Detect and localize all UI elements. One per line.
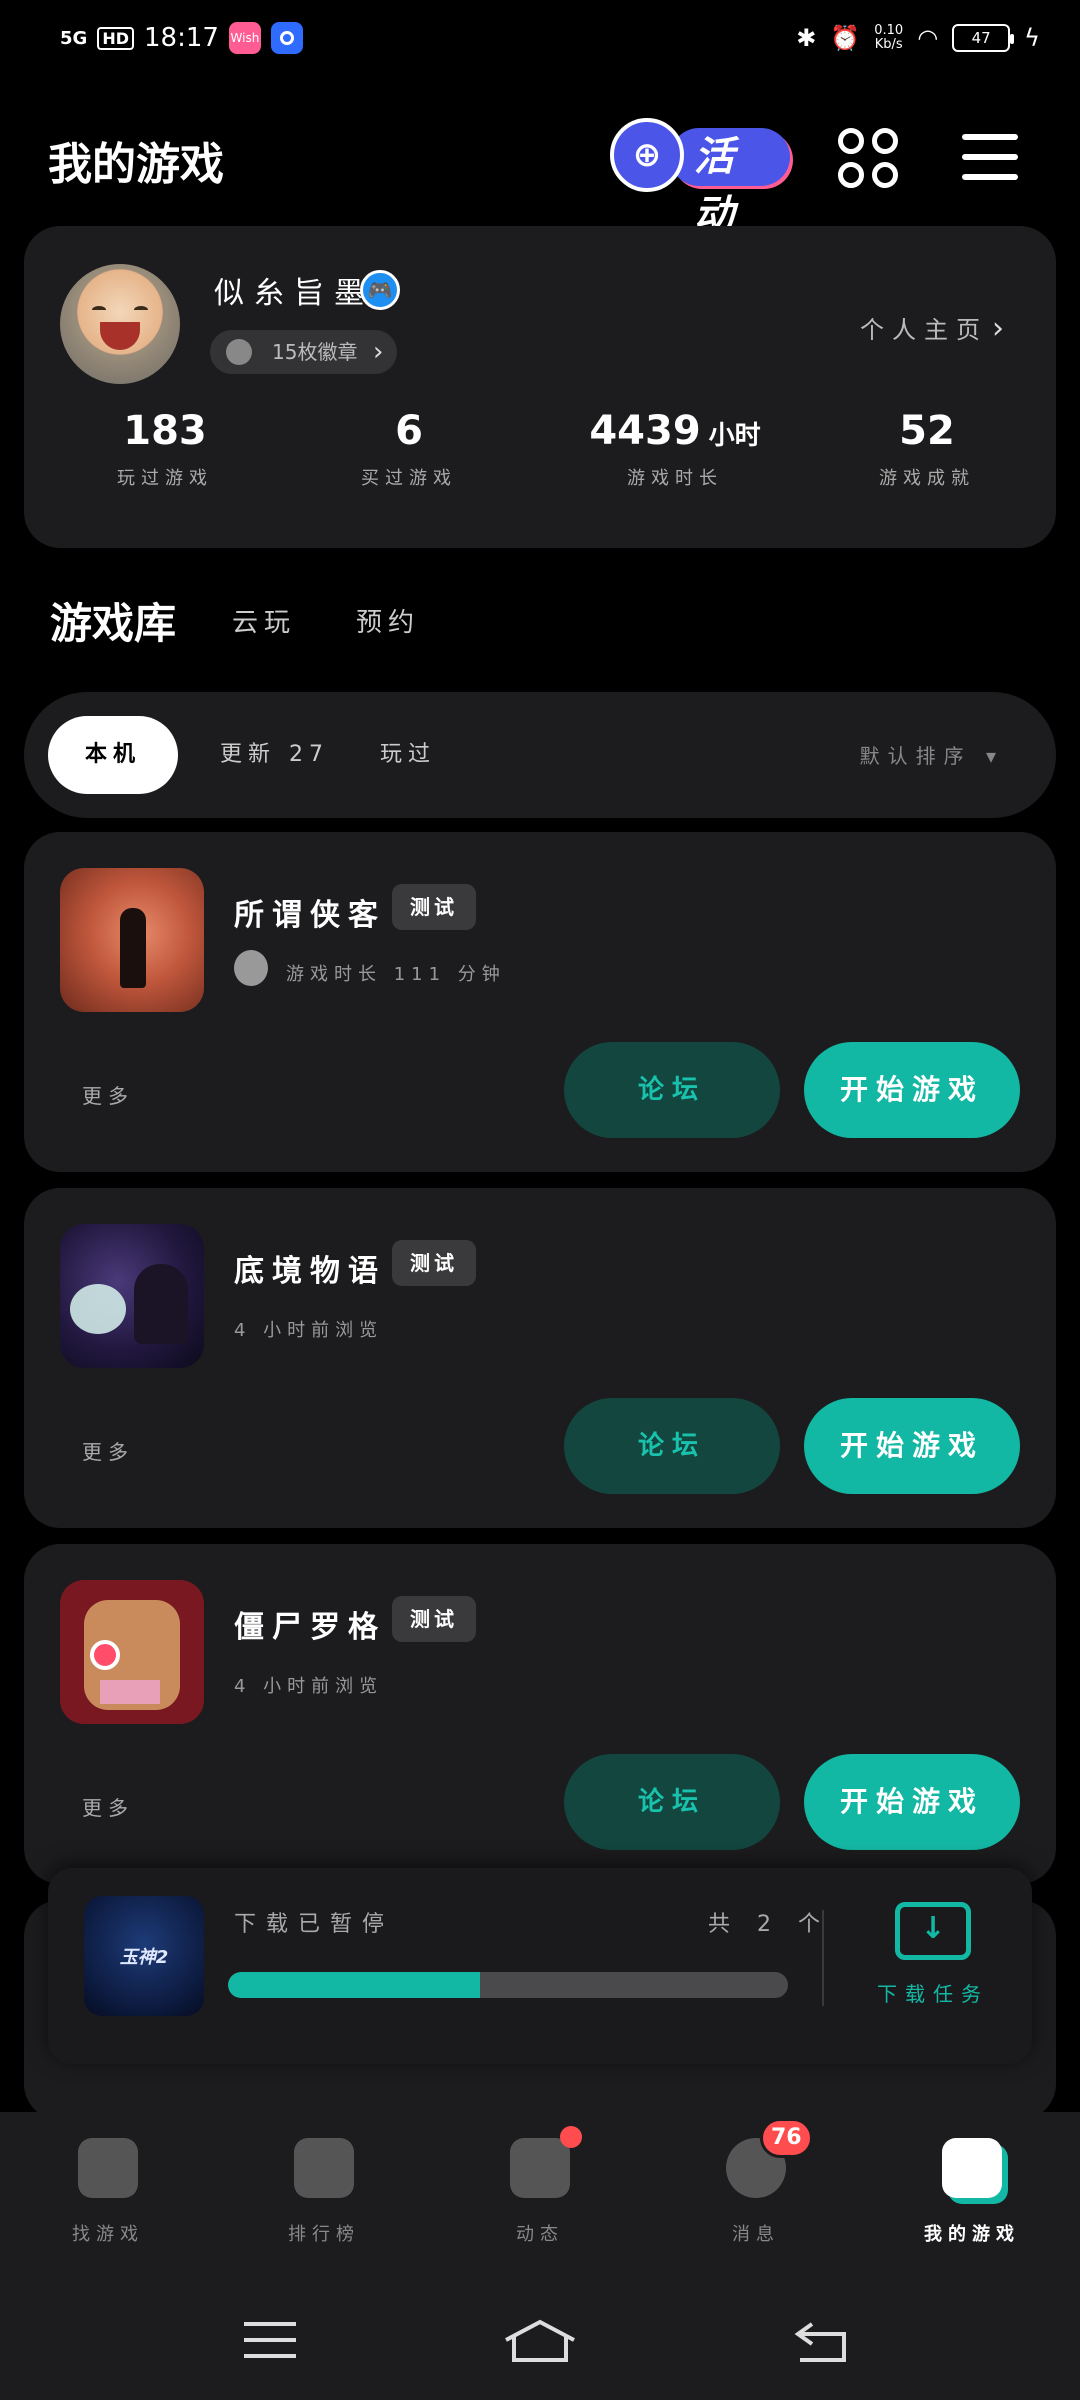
my-games-icon <box>942 2138 1002 2198</box>
test-tag: 测试 <box>392 884 476 930</box>
nav-ranking[interactable]: 排行榜 <box>244 2138 404 2246</box>
status-bar: 5G HD 18:17 Wish ✱ ⏰ 0.10 Kb/s ◠ 47 ϟ <box>0 0 1080 80</box>
charging-icon: ϟ <box>1024 24 1040 52</box>
game-title: 所谓侠客 <box>234 898 386 933</box>
ranking-icon <box>294 2138 354 2198</box>
download-count: 共 2 个 <box>708 1912 830 1937</box>
chip-local[interactable]: 本机 <box>48 716 178 794</box>
back-icon[interactable] <box>792 2316 852 2366</box>
notification-app-icon <box>270 22 303 54</box>
download-tasks-label: 下载任务 <box>877 1982 989 2006</box>
game-last-viewed: 4 小时前浏览 <box>234 1320 384 1341</box>
activity-label: 活动 <box>670 128 790 238</box>
game-icon[interactable] <box>60 1224 204 1368</box>
tab-reservations[interactable]: 预约 <box>356 602 420 639</box>
clock: 18:17 <box>143 23 219 53</box>
wish-app-icon: Wish <box>228 22 261 54</box>
chevron-right-icon: › <box>373 337 384 367</box>
start-game-button[interactable]: 开始游戏 <box>804 1398 1020 1494</box>
nav-find-game[interactable]: 找游戏 <box>28 2138 188 2246</box>
hd-indicator: HD <box>97 26 134 50</box>
stat-played[interactable]: 183 玩过游戏 <box>50 408 280 490</box>
start-game-button[interactable]: 开始游戏 <box>804 1042 1020 1138</box>
nav-feed[interactable]: 动态 <box>460 2126 620 2246</box>
more-button[interactable]: 更多 <box>82 1436 134 1465</box>
homepage-link[interactable]: 个人主页 › <box>860 310 1012 346</box>
more-button[interactable]: 更多 <box>82 1080 134 1109</box>
profile-card: 似糸旨墨 🎮 15枚徽章 › 个人主页 › 183 玩过游戏 6 买过游戏 443… <box>24 226 1056 548</box>
wifi-icon: ◠ <box>917 24 939 52</box>
stat-bought[interactable]: 6 买过游戏 <box>294 408 524 490</box>
menu-icon[interactable] <box>962 132 1018 182</box>
chevron-right-icon: › <box>992 311 1012 346</box>
gamepad-badge-icon: 🎮 <box>360 270 400 310</box>
activity-button[interactable]: 活动 ⊕ <box>600 110 790 238</box>
find-game-icon <box>78 2138 138 2198</box>
alarm-icon: ⏰ <box>830 24 861 52</box>
game-icon[interactable] <box>60 868 204 1012</box>
game-card[interactable]: 所谓侠客 测试 游戏时长 111 分钟 更多 论坛 开始游戏 <box>24 832 1056 1172</box>
chip-played[interactable]: 玩过 <box>380 716 436 794</box>
message-icon: 76 <box>726 2118 813 2198</box>
filter-bar: 本机 更新 27 玩过 默认排序 ▾ <box>24 692 1056 818</box>
forum-button[interactable]: 论坛 <box>564 1042 780 1138</box>
game-card[interactable]: 底境物语 测试 4 小时前浏览 更多 论坛 开始游戏 <box>24 1188 1056 1528</box>
more-button[interactable]: 更多 <box>82 1792 134 1821</box>
tab-cloud-play[interactable]: 云玩 <box>232 602 296 639</box>
timer-icon <box>234 950 268 986</box>
page-title: 我的游戏 <box>48 139 224 190</box>
stat-achievements[interactable]: 52 游戏成就 <box>812 408 1042 490</box>
tab-library[interactable]: 游戏库 <box>45 590 181 657</box>
test-tag: 测试 <box>392 1240 476 1286</box>
download-progress-fill <box>228 1972 480 1998</box>
app-header: 我的游戏 活动 ⊕ <box>0 110 1080 238</box>
home-icon[interactable] <box>500 2316 580 2366</box>
stat-playtime[interactable]: 4439 小时 游戏时长 <box>560 408 790 490</box>
activity-icon: ⊕ <box>610 118 684 192</box>
medal-icon <box>226 339 252 365</box>
forum-button[interactable]: 论坛 <box>564 1754 780 1850</box>
badges-button[interactable]: 15枚徽章 › <box>210 330 398 374</box>
username: 似糸旨墨 <box>214 276 374 311</box>
download-icon <box>895 1902 971 1960</box>
feed-icon <box>510 2126 582 2198</box>
system-nav-bar <box>0 2280 1080 2400</box>
test-tag: 测试 <box>392 1596 476 1642</box>
notification-dot <box>560 2126 582 2148</box>
library-tabs: 游戏库 云玩 预约 <box>0 580 1080 660</box>
nav-my-games[interactable]: 我的游戏 <box>892 2138 1052 2246</box>
network-speed: 0.10 Kb/s <box>874 23 904 52</box>
game-playtime: 游戏时长 111 分钟 <box>286 964 506 985</box>
avatar[interactable] <box>60 264 180 384</box>
download-status: 下载已暂停 <box>234 1912 395 1937</box>
apps-grid-icon[interactable] <box>838 128 902 192</box>
start-game-button[interactable]: 开始游戏 <box>804 1754 1020 1850</box>
chip-updates[interactable]: 更新 27 <box>220 716 329 794</box>
download-tasks-button[interactable]: 下载任务 <box>848 1902 1018 2007</box>
game-title: 底境物语 <box>234 1254 386 1289</box>
network-indicator: 5G <box>60 27 88 49</box>
recent-apps-icon[interactable] <box>240 2316 300 2366</box>
badges-label: 15枚徽章 <box>272 340 358 364</box>
download-progress <box>228 1972 788 1998</box>
game-icon[interactable] <box>60 1580 204 1724</box>
bottom-nav: 找游戏 排行榜 动态 76 消息 我的游戏 <box>0 2112 1080 2280</box>
profile-stats: 183 玩过游戏 6 买过游戏 4439 小时 游戏时长 52 游戏成就 <box>24 408 1056 528</box>
sort-dropdown[interactable]: 默认排序 ▾ <box>860 740 1004 769</box>
forum-button[interactable]: 论坛 <box>564 1398 780 1494</box>
download-bar[interactable]: 玉神2 下载已暂停 共 2 个 下载任务 <box>48 1868 1032 2064</box>
bluetooth-icon: ✱ <box>796 24 817 52</box>
divider <box>822 1910 824 2006</box>
nav-messages[interactable]: 76 消息 <box>676 2118 836 2246</box>
game-title: 僵尸罗格 <box>234 1610 386 1645</box>
battery-icon: 47 <box>952 24 1015 52</box>
homepage-label: 个人主页 <box>860 316 988 344</box>
game-last-viewed: 4 小时前浏览 <box>234 1676 384 1697</box>
game-card[interactable]: 僵尸罗格 测试 4 小时前浏览 更多 论坛 开始游戏 <box>24 1544 1056 1884</box>
message-count-badge: 76 <box>760 2118 813 2158</box>
download-thumbnail: 玉神2 <box>84 1896 204 2016</box>
